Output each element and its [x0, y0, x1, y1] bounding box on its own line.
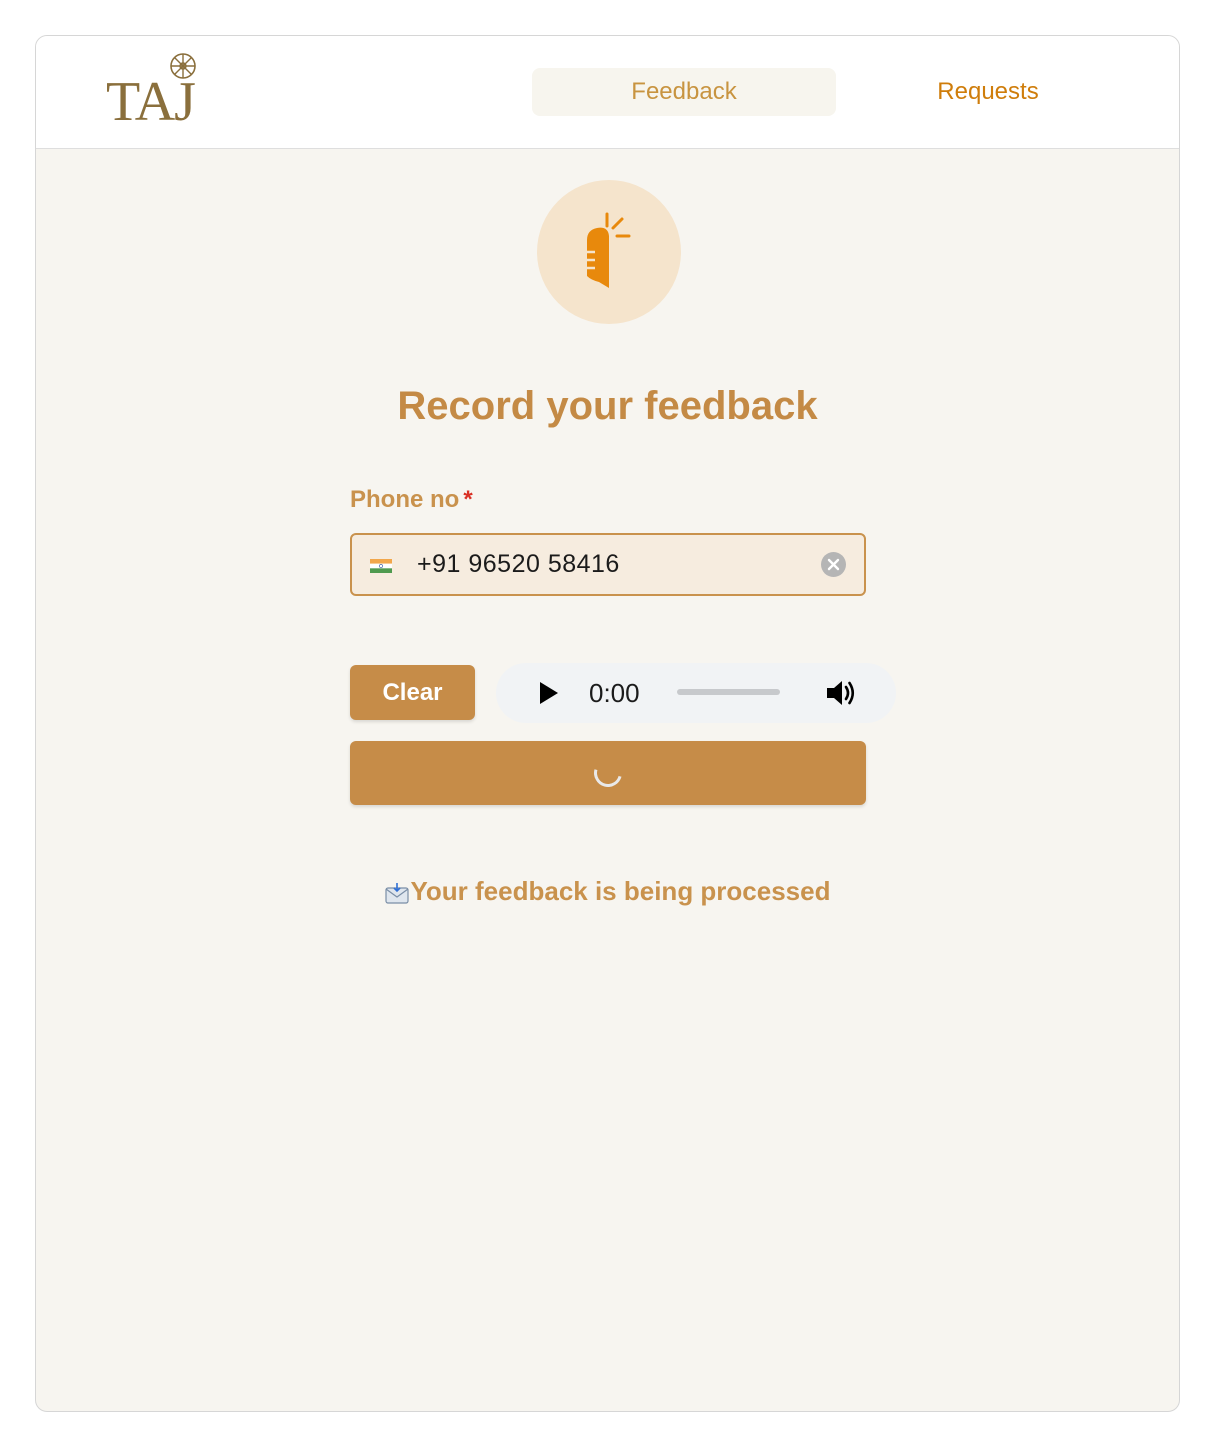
clear-button[interactable]: Clear [350, 665, 475, 720]
loading-spinner-icon [588, 753, 628, 793]
audio-time: 0:00 [589, 678, 640, 708]
status-text: Your feedback is being processed [410, 876, 831, 906]
phone-label-text: Phone no [350, 486, 460, 513]
phone-input[interactable]: +91 96520 58416 [350, 533, 866, 596]
play-icon[interactable] [539, 681, 559, 705]
hero-icon-badge [537, 180, 681, 324]
top-nav: TAJ Feedback Requests [36, 36, 1179, 149]
logo-wordmark: TAJ [106, 71, 196, 133]
clear-input-icon[interactable] [821, 552, 846, 577]
status-message: Your feedback is being processed [36, 876, 1179, 907]
phone-label: Phone no * [350, 486, 473, 514]
phone-value[interactable]: +91 96520 58416 [417, 550, 620, 579]
page-title: Record your feedback [397, 384, 818, 428]
audio-progress-slider[interactable] [677, 689, 780, 695]
audio-player: 0:00 [496, 663, 896, 723]
app-window: TAJ Feedback Requests Record your feedba… [35, 35, 1180, 1412]
tab-requests[interactable]: Requests [836, 68, 1140, 116]
volume-icon[interactable] [825, 677, 857, 709]
tab-feedback[interactable]: Feedback [532, 68, 836, 116]
submit-button[interactable] [350, 741, 866, 805]
hand-raise-icon [585, 212, 631, 288]
india-flag-icon[interactable] [370, 559, 392, 573]
incoming-envelope-icon [384, 883, 409, 904]
taj-logo: TAJ [106, 52, 206, 134]
required-asterisk: * [463, 486, 473, 513]
